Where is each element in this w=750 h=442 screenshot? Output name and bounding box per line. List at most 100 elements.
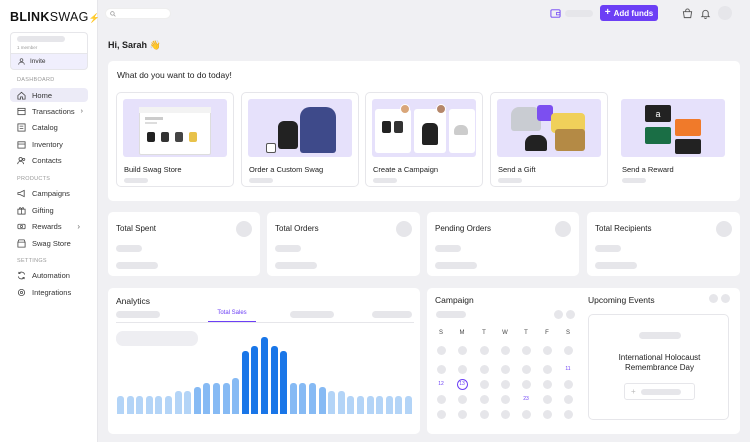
sidebar-item-catalog[interactable]: Catalog bbox=[10, 120, 88, 134]
org-card[interactable]: 1 member bbox=[10, 32, 88, 53]
calendar-day[interactable] bbox=[521, 345, 531, 355]
next-month-button[interactable] bbox=[566, 310, 575, 319]
calendar-day[interactable]: 23 bbox=[521, 394, 532, 405]
calendar-day[interactable] bbox=[457, 364, 467, 374]
invite-button[interactable]: Invite bbox=[10, 53, 88, 70]
calendar-day[interactable] bbox=[479, 345, 489, 355]
wallet-icon[interactable] bbox=[550, 8, 561, 19]
add-event-button[interactable]: + bbox=[624, 383, 695, 400]
bell-icon[interactable] bbox=[700, 8, 711, 19]
sales-bar[interactable] bbox=[328, 391, 336, 414]
calendar-day[interactable] bbox=[542, 364, 552, 374]
calendar-day[interactable] bbox=[542, 345, 552, 355]
sales-bar[interactable] bbox=[366, 396, 374, 414]
sales-bar[interactable] bbox=[289, 383, 297, 414]
sales-bar[interactable] bbox=[357, 396, 364, 414]
sales-bar[interactable] bbox=[347, 396, 355, 414]
calendar-day[interactable] bbox=[479, 394, 489, 404]
sales-bar[interactable] bbox=[174, 391, 182, 414]
sales-bar[interactable] bbox=[213, 383, 220, 414]
card-label: Create a Campaign bbox=[373, 165, 439, 174]
sidebar-item-integrations[interactable]: Integrations bbox=[10, 285, 88, 299]
card-build-swag-store[interactable]: Build Swag Store bbox=[116, 92, 234, 187]
sales-bar[interactable] bbox=[232, 378, 240, 414]
event-card[interactable]: International Holocaust Remembrance Day … bbox=[588, 314, 729, 420]
calendar-day[interactable] bbox=[436, 394, 446, 404]
calendar-day[interactable] bbox=[500, 364, 510, 374]
calendar-day[interactable] bbox=[500, 409, 510, 419]
sidebar-item-gifting[interactable]: Gifting bbox=[10, 203, 88, 217]
sales-bar[interactable] bbox=[241, 351, 249, 414]
sales-bar[interactable] bbox=[270, 346, 278, 414]
sales-bar[interactable] bbox=[145, 396, 153, 414]
sidebar-item-rewards[interactable]: Rewards › bbox=[10, 219, 88, 233]
sales-bar[interactable] bbox=[126, 396, 134, 414]
user-icon bbox=[18, 58, 25, 65]
calendar-day[interactable] bbox=[457, 345, 467, 355]
sales-bar[interactable] bbox=[261, 337, 268, 414]
sidebar-item-home[interactable]: Home bbox=[10, 88, 88, 102]
sidebar-item-transactions[interactable]: Transactions › bbox=[10, 104, 88, 118]
calendar-day[interactable] bbox=[479, 409, 489, 419]
calendar-day[interactable] bbox=[521, 364, 531, 374]
calendar-day[interactable] bbox=[436, 345, 446, 355]
calendar-day[interactable] bbox=[542, 394, 552, 404]
events-next-button[interactable] bbox=[721, 294, 730, 303]
calendar-day[interactable] bbox=[457, 394, 467, 404]
calendar-day[interactable] bbox=[500, 394, 510, 404]
sidebar-item-campaigns[interactable]: Campaigns bbox=[10, 186, 88, 200]
sidebar-item-inventory[interactable]: Inventory bbox=[10, 137, 88, 151]
sales-bar[interactable] bbox=[155, 396, 163, 414]
calendar-day[interactable]: 11 bbox=[563, 364, 574, 375]
shop-icon[interactable] bbox=[682, 8, 693, 19]
calendar-day[interactable] bbox=[563, 394, 573, 404]
calendar-day[interactable] bbox=[436, 364, 446, 374]
sales-bar[interactable] bbox=[251, 346, 259, 414]
calendar-day[interactable] bbox=[521, 409, 531, 419]
sales-bar[interactable] bbox=[299, 383, 307, 414]
sidebar-item-swag-store[interactable]: Swag Store bbox=[10, 236, 88, 250]
starbucks-card bbox=[645, 127, 671, 144]
sales-bar[interactable] bbox=[165, 396, 172, 414]
sidebar-item-automation[interactable]: Automation bbox=[10, 268, 88, 282]
calendar-day[interactable] bbox=[500, 379, 510, 389]
calendar-day[interactable] bbox=[563, 409, 573, 419]
calendar-day[interactable] bbox=[479, 379, 489, 389]
sidebar-item-contacts[interactable]: Contacts bbox=[10, 153, 88, 167]
sales-bar[interactable] bbox=[193, 387, 201, 414]
sales-bar[interactable] bbox=[117, 396, 124, 414]
sales-bar[interactable] bbox=[222, 383, 230, 414]
search-input[interactable] bbox=[105, 8, 171, 19]
calendar-day[interactable] bbox=[500, 345, 510, 355]
sales-bar[interactable] bbox=[184, 391, 192, 414]
calendar-day[interactable] bbox=[479, 364, 489, 374]
calendar-day[interactable] bbox=[521, 379, 531, 389]
calendar-day[interactable]: 12 bbox=[436, 379, 447, 390]
card-send-gift[interactable]: Send a Gift bbox=[490, 92, 608, 187]
avatar[interactable] bbox=[718, 6, 732, 20]
calendar-day[interactable]: 13 bbox=[456, 378, 468, 390]
sales-bar[interactable] bbox=[376, 396, 384, 414]
sales-bar[interactable] bbox=[385, 396, 393, 414]
card-create-campaign[interactable]: Create a Campaign bbox=[365, 92, 483, 187]
card-order-custom-swag[interactable]: Order a Custom Swag bbox=[241, 92, 359, 187]
calendar-day[interactable] bbox=[563, 379, 573, 389]
calendar-day[interactable] bbox=[563, 345, 573, 355]
sales-bar[interactable] bbox=[318, 387, 326, 414]
sales-bar[interactable] bbox=[405, 396, 412, 414]
prev-month-button[interactable] bbox=[554, 310, 563, 319]
calendar-day[interactable] bbox=[542, 379, 552, 389]
calendar-day[interactable] bbox=[436, 409, 446, 419]
add-funds-button[interactable]: + Add funds bbox=[600, 5, 658, 21]
card-send-reward[interactable]: a Send a Reward bbox=[614, 92, 732, 187]
sales-bar[interactable] bbox=[309, 383, 316, 414]
sales-bar[interactable] bbox=[337, 391, 345, 414]
sales-bar[interactable] bbox=[203, 383, 211, 414]
sales-bar[interactable] bbox=[395, 396, 403, 414]
sales-bar[interactable] bbox=[136, 396, 144, 414]
calendar-day[interactable] bbox=[542, 409, 552, 419]
calendar-day[interactable] bbox=[457, 409, 467, 419]
brand-logo[interactable]: BLINKSWAG⚡ bbox=[10, 10, 100, 24]
events-prev-button[interactable] bbox=[709, 294, 718, 303]
sales-bar[interactable] bbox=[280, 351, 288, 414]
